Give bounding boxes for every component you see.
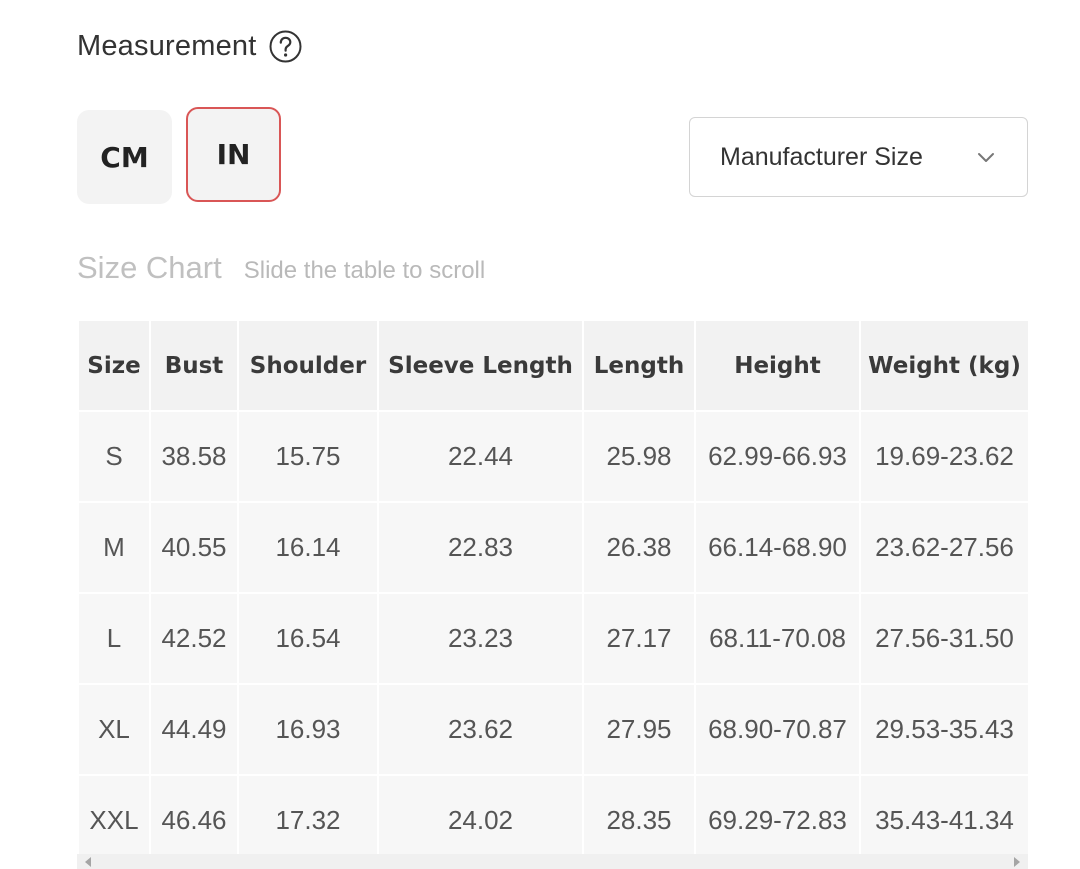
table-row: XL 44.49 16.93 23.62 27.95 68.90-70.87 2… (77, 683, 1028, 776)
column-header: Shoulder (237, 319, 379, 412)
unit-cm-button[interactable]: CM (77, 110, 172, 204)
table-cell: XL (77, 683, 151, 776)
table-cell: M (77, 501, 151, 594)
table-cell: 42.52 (149, 592, 239, 685)
table-cell: 23.62 (377, 683, 584, 776)
chevron-down-icon (975, 146, 997, 168)
table-cell: 68.90-70.87 (694, 683, 861, 776)
table-cell: L (77, 592, 151, 685)
measurement-title: Measurement (77, 29, 257, 62)
question-circle-icon[interactable] (269, 30, 302, 63)
size-table-scroll-area[interactable]: Size Bust Shoulder Sleeve Length Length … (77, 319, 1028, 854)
table-cell: 19.69-23.62 (859, 410, 1028, 503)
size-table: Size Bust Shoulder Sleeve Length Length … (77, 319, 1028, 854)
table-cell: 66.14-68.90 (694, 501, 861, 594)
unit-in-button[interactable]: IN (186, 107, 281, 202)
size-chart-heading: Size Chart Slide the table to scroll (77, 250, 485, 294)
column-header: Length (582, 319, 696, 412)
measurement-header: Measurement (77, 24, 302, 68)
table-cell: 23.62-27.56 (859, 501, 1028, 594)
table-cell: 44.49 (149, 683, 239, 776)
table-cell: 16.14 (237, 501, 379, 594)
column-header: Sleeve Length (377, 319, 584, 412)
table-cell: 16.54 (237, 592, 379, 685)
size-chart-title: Size Chart (77, 250, 222, 285)
table-cell: S (77, 410, 151, 503)
table-cell: 15.75 (237, 410, 379, 503)
size-type-select-value: Manufacturer Size (720, 142, 923, 171)
table-row: M 40.55 16.14 22.83 26.38 66.14-68.90 23… (77, 501, 1028, 594)
table-row: XXL 46.46 17.32 24.02 28.35 69.29-72.83 … (77, 774, 1028, 854)
size-chart-hint: Slide the table to scroll (243, 257, 486, 284)
column-header: Size (77, 319, 151, 412)
table-cell: 40.55 (149, 501, 239, 594)
table-cell: XXL (77, 774, 151, 854)
scroll-right-arrow-icon[interactable] (1014, 857, 1020, 867)
table-row: L 42.52 16.54 23.23 27.17 68.11-70.08 27… (77, 592, 1028, 685)
table-cell: 27.17 (582, 592, 696, 685)
table-row: S 38.58 15.75 22.44 25.98 62.99-66.93 19… (77, 410, 1028, 503)
table-cell: 24.02 (377, 774, 584, 854)
table-cell: 27.95 (582, 683, 696, 776)
table-cell: 17.32 (237, 774, 379, 854)
table-cell: 29.53-35.43 (859, 683, 1028, 776)
table-cell: 38.58 (149, 410, 239, 503)
table-cell: 25.98 (582, 410, 696, 503)
column-header: Bust (149, 319, 239, 412)
table-cell: 27.56-31.50 (859, 592, 1028, 685)
table-cell: 62.99-66.93 (694, 410, 861, 503)
table-cell: 35.43-41.34 (859, 774, 1028, 854)
table-cell: 28.35 (582, 774, 696, 854)
scroll-left-arrow-icon[interactable] (85, 857, 91, 867)
column-header: Height (694, 319, 861, 412)
table-cell: 22.44 (377, 410, 584, 503)
table-cell: 22.83 (377, 501, 584, 594)
table-cell: 69.29-72.83 (694, 774, 861, 854)
table-cell: 68.11-70.08 (694, 592, 861, 685)
table-horizontal-scrollbar[interactable] (77, 854, 1028, 869)
table-cell: 26.38 (582, 501, 696, 594)
table-cell: 46.46 (149, 774, 239, 854)
size-type-select[interactable]: Manufacturer Size (689, 117, 1028, 197)
table-cell: 23.23 (377, 592, 584, 685)
table-header-row: Size Bust Shoulder Sleeve Length Length … (77, 319, 1028, 412)
table-cell: 16.93 (237, 683, 379, 776)
column-header: Weight (kg) (859, 319, 1028, 412)
